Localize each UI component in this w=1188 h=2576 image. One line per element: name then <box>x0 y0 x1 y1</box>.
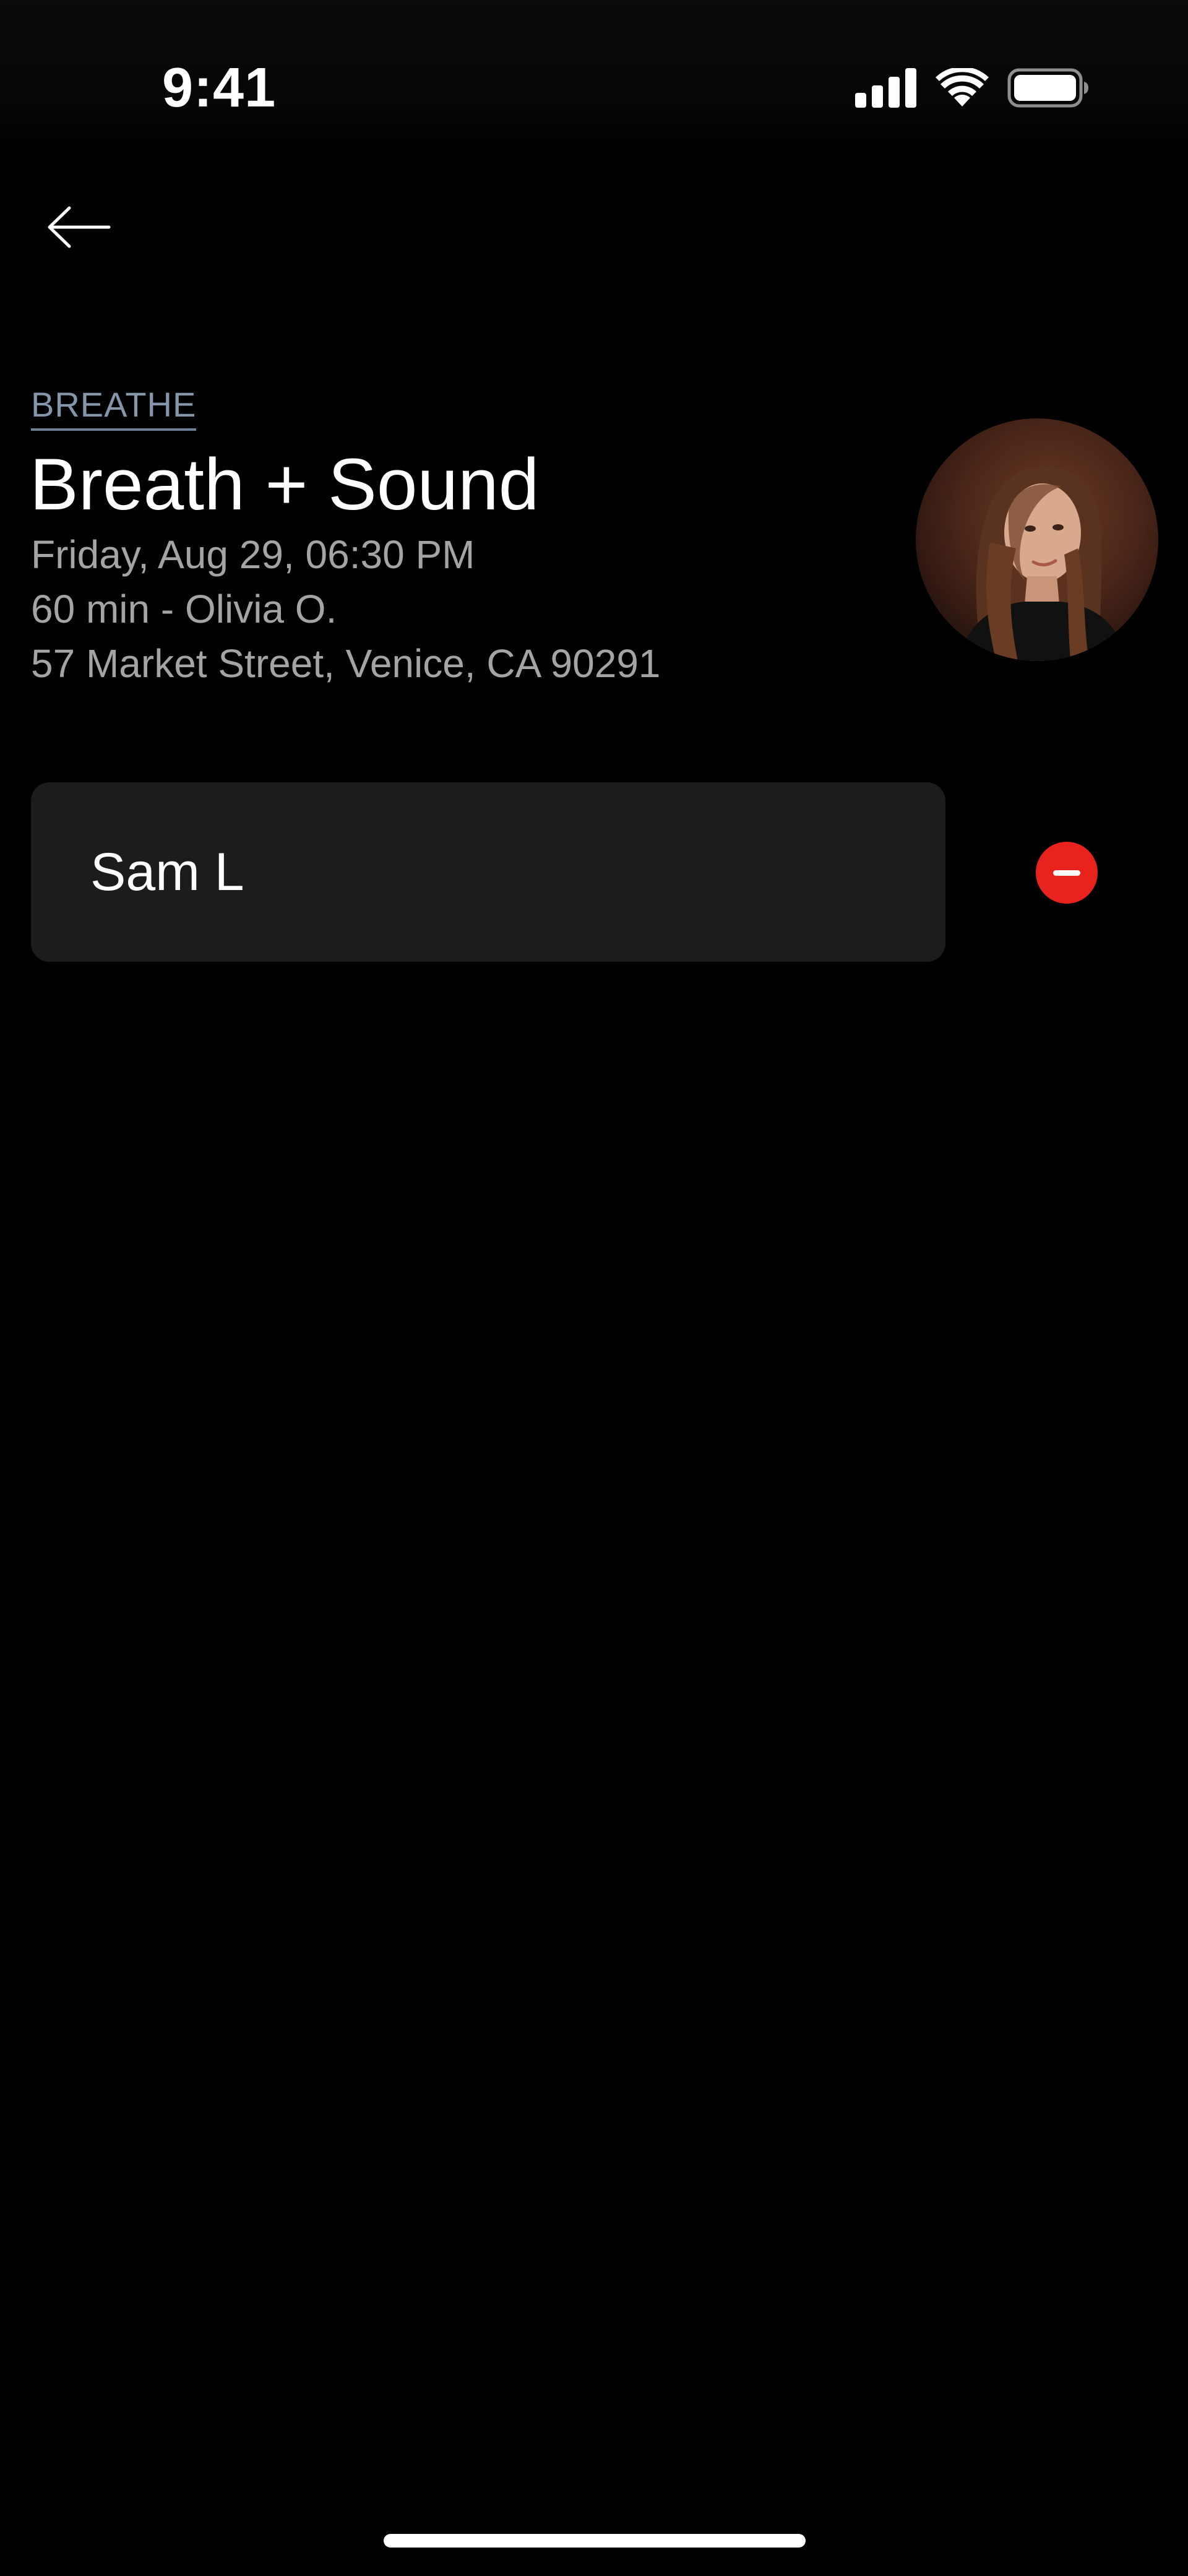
attendee-card[interactable]: Sam L <box>31 782 945 962</box>
battery-icon <box>1007 68 1089 108</box>
attendee-name: Sam L <box>90 842 244 902</box>
back-button[interactable] <box>36 194 123 262</box>
remove-attendee-button[interactable] <box>1036 842 1098 904</box>
class-date-time: Friday, Aug 29, 06:30 PM <box>31 532 475 577</box>
class-title: Breath + Sound <box>30 444 540 525</box>
status-bar: 9:41 <box>0 0 1188 155</box>
class-category[interactable]: BREATHE <box>31 385 197 431</box>
instructor-photo <box>959 466 1126 661</box>
wifi-icon <box>936 68 989 108</box>
status-time: 9:41 <box>162 57 277 119</box>
cellular-signal-icon <box>855 68 917 108</box>
class-address: 57 Market Street, Venice, CA 90291 <box>31 641 661 686</box>
instructor-avatar[interactable] <box>916 418 1158 661</box>
home-indicator[interactable] <box>384 2534 806 2548</box>
remove-icon <box>1053 870 1080 876</box>
class-duration-instructor: 60 min - Olivia O. <box>31 587 337 631</box>
arrow-left-icon <box>47 205 111 252</box>
status-icons <box>855 66 1089 110</box>
